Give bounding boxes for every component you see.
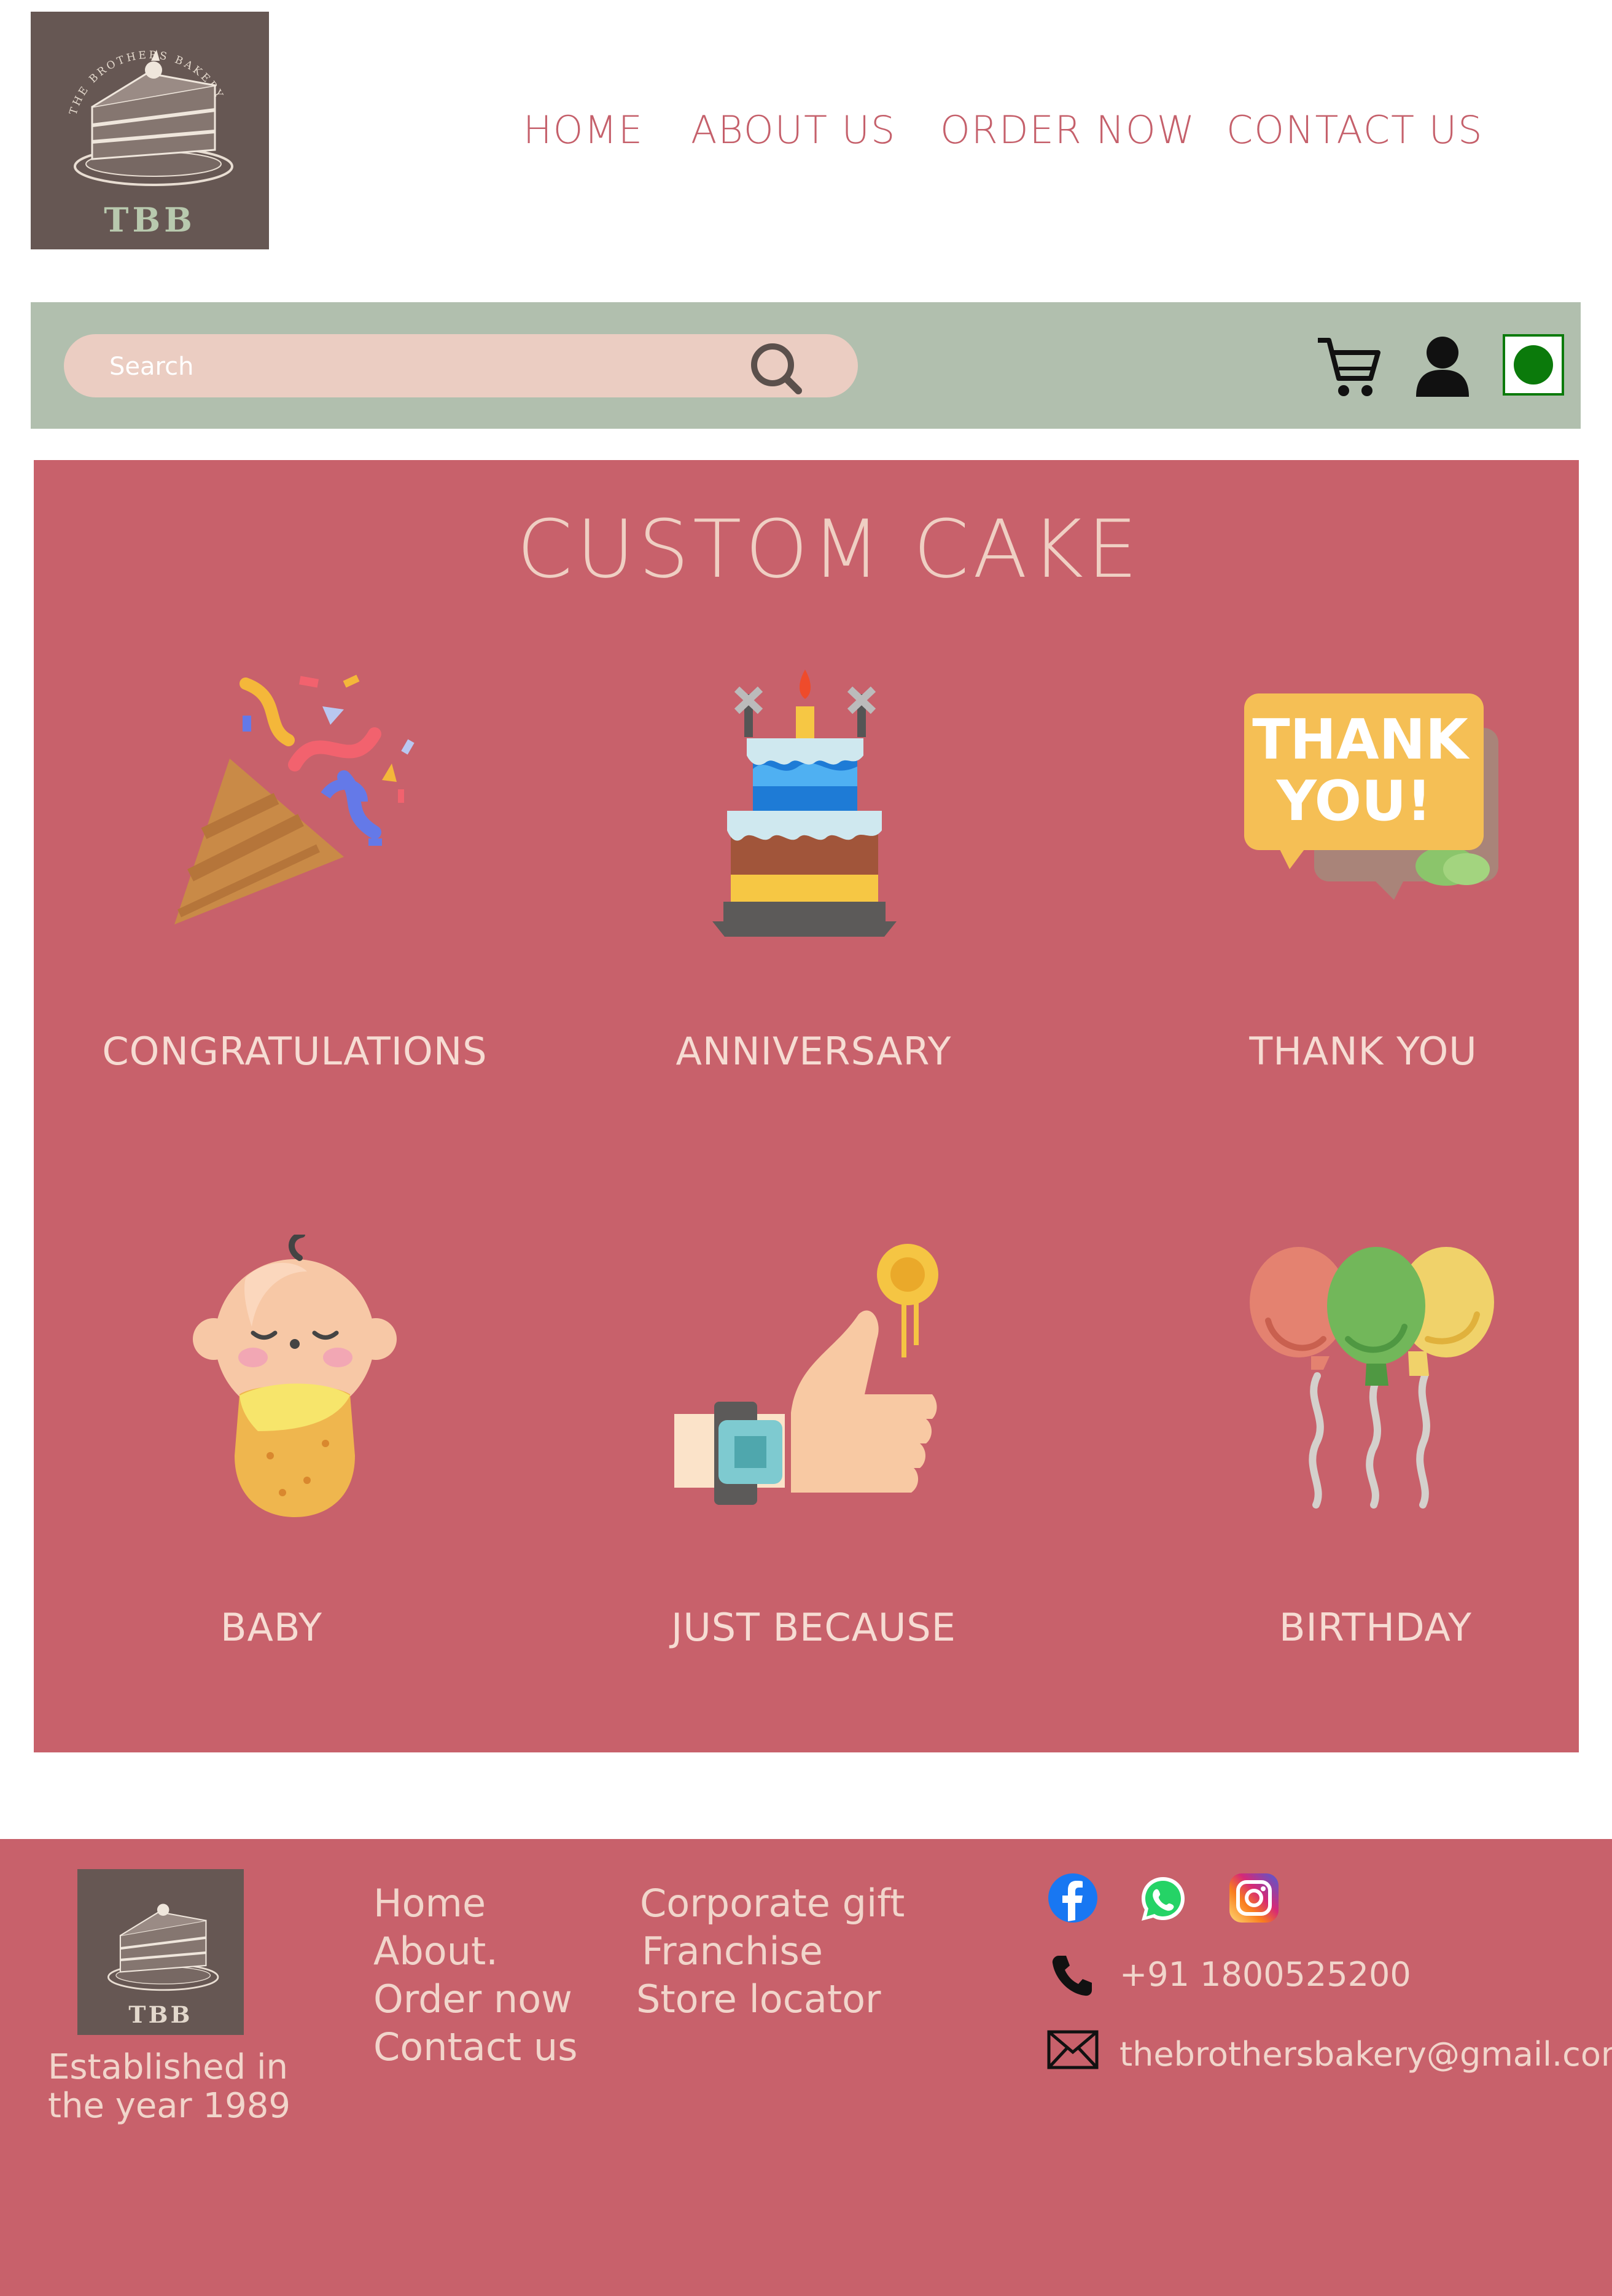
- category-label[interactable]: JUST BECAUSE: [580, 1605, 1047, 1650]
- custom-cake-section: [34, 460, 1579, 1752]
- nav-order-now[interactable]: ORDER NOW: [940, 107, 1196, 152]
- search-icon[interactable]: [746, 338, 807, 399]
- search-bar[interactable]: [64, 334, 858, 399]
- category-label[interactable]: ANNIVERSARY: [580, 1029, 1047, 1074]
- thumbs-up-icon[interactable]: [674, 1241, 938, 1517]
- footer-link-corporate-gift[interactable]: Corporate gift: [640, 1881, 905, 1926]
- footer-logo[interactable]: TBB: [77, 1869, 244, 2035]
- footer-link-about[interactable]: About.: [373, 1929, 498, 1974]
- cake-logo-icon: TBB: [107, 1904, 219, 2028]
- established-line-1: Established in: [48, 2047, 289, 2087]
- search-input[interactable]: [108, 334, 786, 399]
- phone-icon: [1052, 1956, 1092, 1996]
- established-line-2: the year 1989: [48, 2086, 290, 2126]
- category-label[interactable]: CONGRATULATIONS: [61, 1029, 528, 1074]
- email-address[interactable]: thebrothersbakery@gmail.com: [1119, 2035, 1612, 2074]
- footer-link-contact-us[interactable]: Contact us: [373, 2025, 578, 2069]
- facebook-icon[interactable]: [1047, 1872, 1099, 1924]
- language-selector[interactable]: [1503, 334, 1564, 396]
- language-flag-icon: [1514, 345, 1553, 385]
- phone-number[interactable]: +91 1800525200: [1119, 1955, 1411, 1994]
- nav-contact-us[interactable]: CONTACT US: [1226, 107, 1483, 152]
- footer-link-franchise[interactable]: Franchise: [642, 1929, 823, 1974]
- thank-you-bubble-icon[interactable]: THANK YOU!: [1240, 691, 1511, 912]
- you-icon-text: YOU!: [1276, 769, 1432, 834]
- whatsapp-icon[interactable]: [1137, 1873, 1189, 1925]
- email-icon: [1047, 2030, 1099, 2069]
- baby-icon[interactable]: [184, 1235, 405, 1523]
- logo-monogram: TBB: [104, 200, 195, 240]
- category-label[interactable]: BABY: [38, 1605, 505, 1650]
- instagram-icon[interactable]: [1228, 1872, 1280, 1924]
- user-icon[interactable]: [1412, 334, 1473, 398]
- footer-logo-monogram: TBB: [128, 2001, 192, 2028]
- category-label[interactable]: THANK YOU: [1130, 1029, 1597, 1074]
- footer-link-home[interactable]: Home: [373, 1881, 486, 1926]
- balloons-icon[interactable]: [1244, 1247, 1508, 1511]
- thank-icon-text: THANK: [1252, 708, 1470, 772]
- nav-about-us[interactable]: ABOUT US: [691, 107, 896, 152]
- category-label[interactable]: BIRTHDAY: [1142, 1605, 1609, 1650]
- nav-home[interactable]: HOME: [523, 107, 644, 152]
- cake-icon[interactable]: [676, 663, 933, 940]
- bakery-logo[interactable]: THE BROTHERS BAKERY TBB: [31, 12, 269, 249]
- cake-logo-icon: THE BROTHERS BAKERY TBB: [67, 49, 233, 240]
- footer-link-store-locator[interactable]: Store locator: [636, 1977, 881, 2021]
- cart-icon[interactable]: [1314, 332, 1382, 399]
- party-popper-icon[interactable]: [166, 673, 424, 931]
- section-title: CUSTOM CAKE: [516, 502, 1142, 596]
- footer-link-order-now[interactable]: Order now: [373, 1977, 572, 2021]
